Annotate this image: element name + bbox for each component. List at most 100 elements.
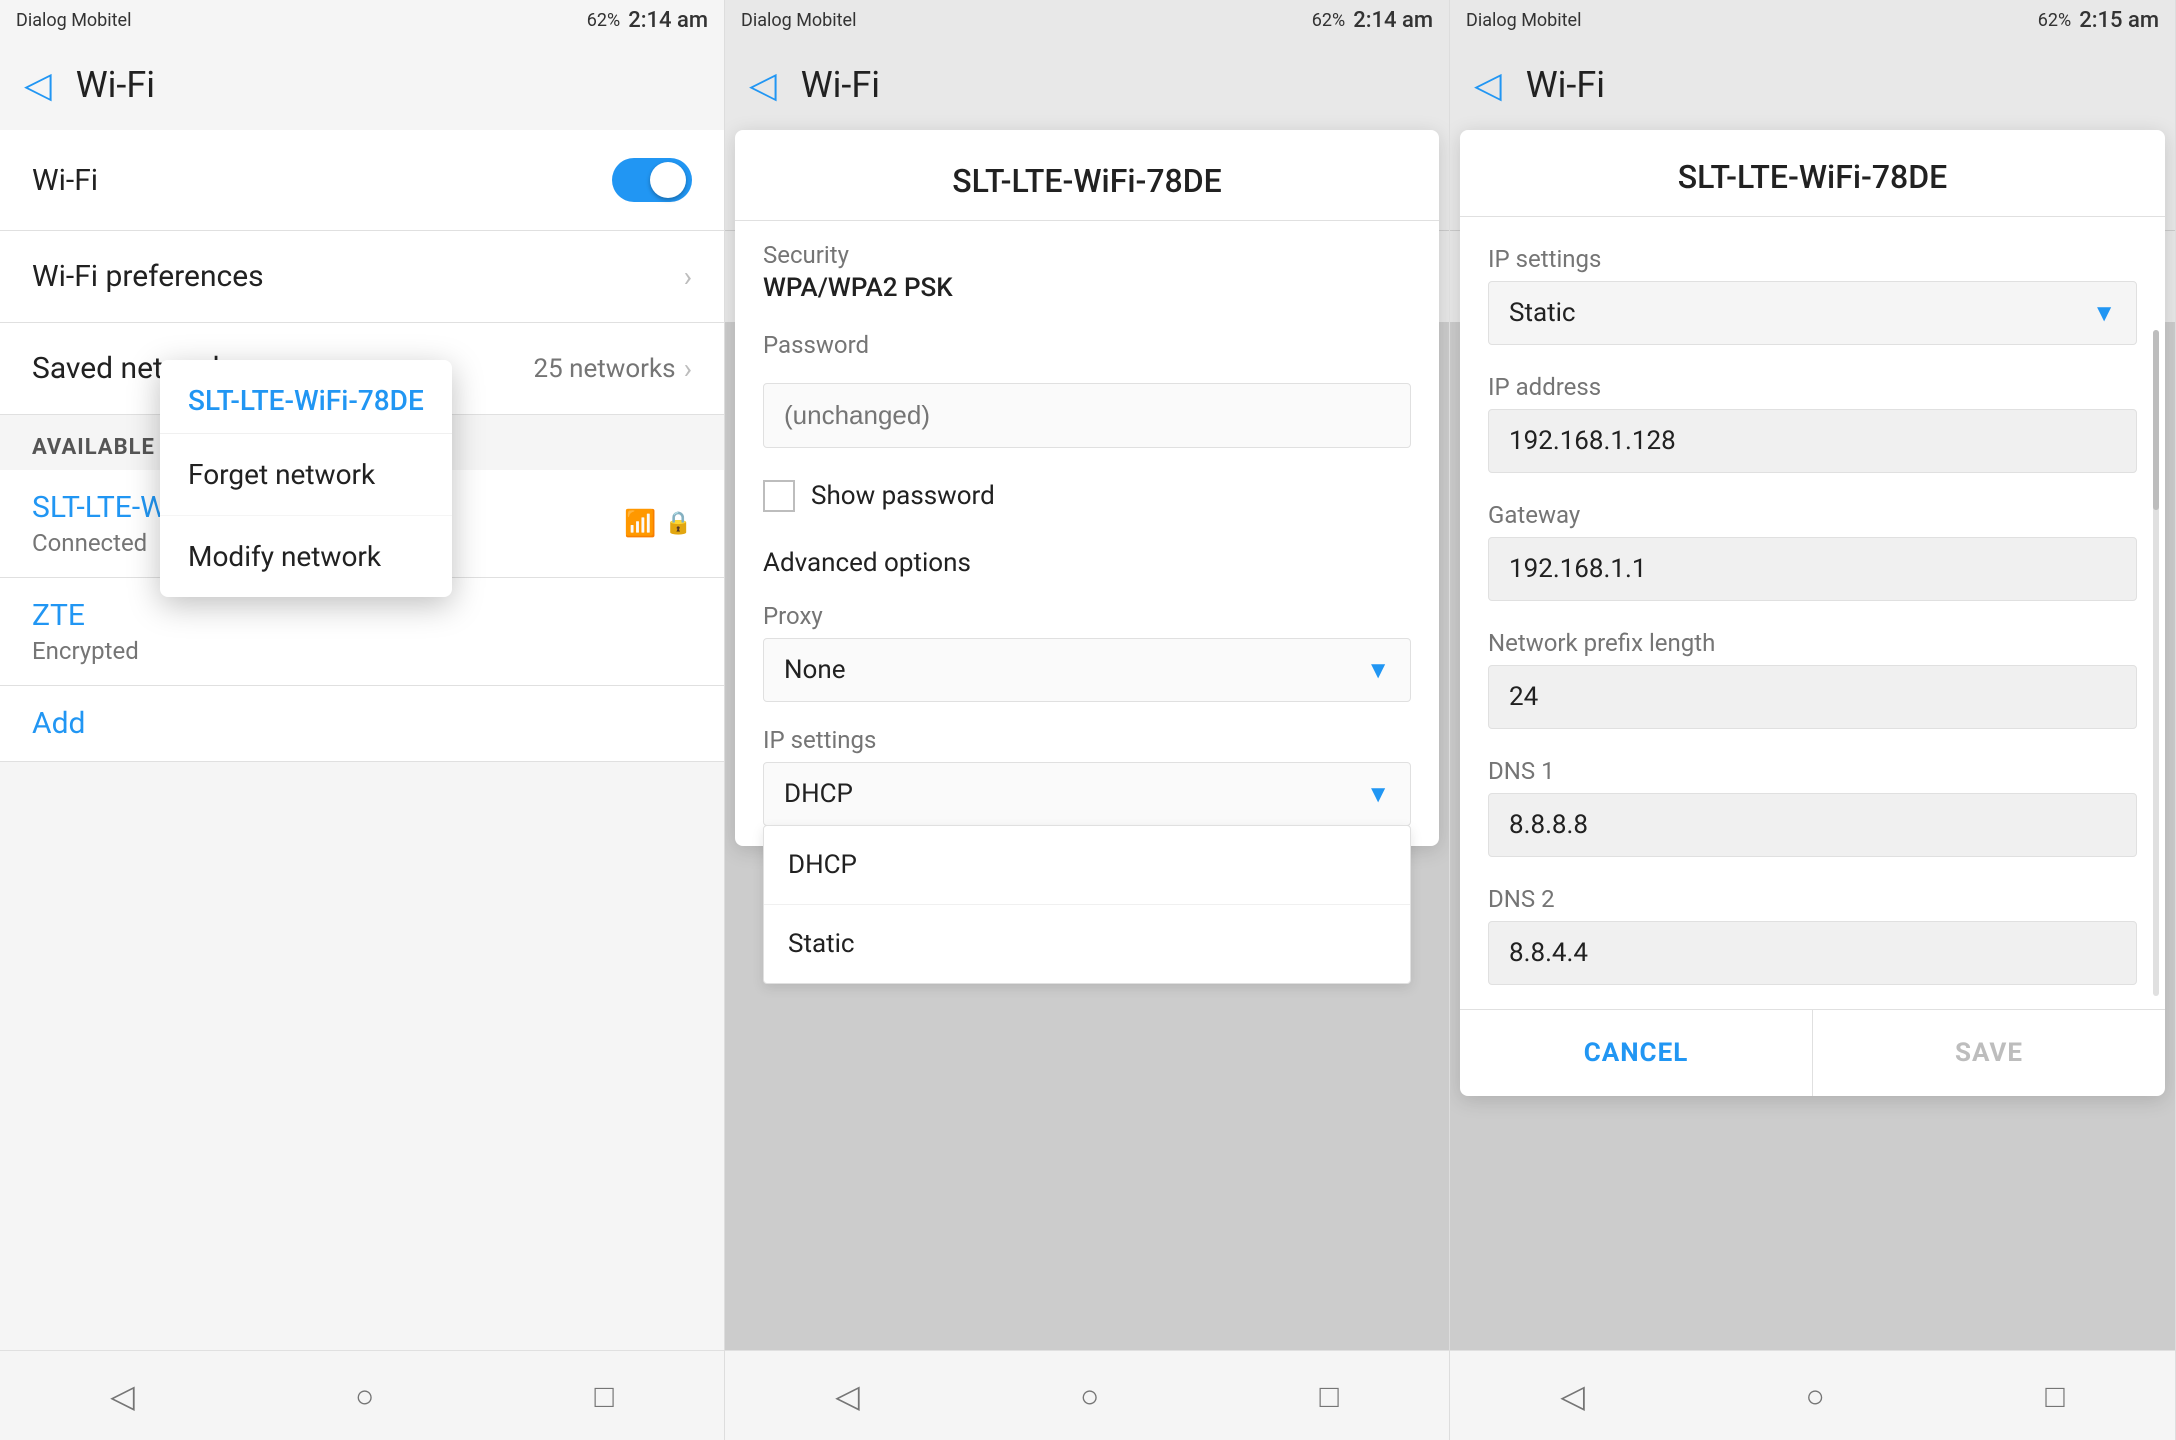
network-status-zte-1: Encrypted <box>32 637 139 665</box>
carrier-label-3: Dialog Mobitel <box>1466 10 1581 31</box>
wifi-toggle-switch-1[interactable] <box>612 158 692 202</box>
network-name-zte-1: ZTE <box>32 598 139 633</box>
home-nav-btn-3[interactable]: ○ <box>1789 1369 1840 1423</box>
proxy-section-2: Proxy None ▼ <box>735 594 1439 706</box>
page-title-3: Wi-Fi <box>1526 64 1605 106</box>
panel-1: Dialog Mobitel 62% 2:14 am ◁ Wi-Fi Wi-Fi… <box>0 0 725 1440</box>
back-button-3[interactable]: ◁ <box>1474 64 1502 106</box>
wifi-preferences-row-1[interactable]: Wi-Fi preferences › <box>0 231 724 323</box>
ip-settings-section-label-3: IP settings <box>1460 229 2165 281</box>
dialog-title-2: SLT-LTE-WiFi-78DE <box>735 130 1439 221</box>
time-1: 2:14 am <box>628 8 708 33</box>
status-bar-3: Dialog Mobitel 62% 2:15 am <box>1450 0 2175 40</box>
cancel-button-3[interactable]: CANCEL <box>1460 1010 1813 1096</box>
ip-dropdown-2: DHCP Static <box>763 825 1411 984</box>
battery-2: 62% <box>1312 10 1345 31</box>
panel-3: Dialog Mobitel 62% 2:15 am ◁ Wi-Fi Wi-Fi… <box>1450 0 2176 1440</box>
saved-networks-value-row-1: 25 networks › <box>533 352 692 385</box>
dns1-value-3[interactable]: 8.8.8.8 <box>1488 793 2137 857</box>
save-button-3[interactable]: SAVE <box>1813 1010 2165 1096</box>
status-right-3: 62% 2:15 am <box>2038 8 2159 33</box>
home-nav-btn-1[interactable]: ○ <box>339 1369 390 1423</box>
carrier-label-1: Dialog Mobitel <box>16 10 131 31</box>
security-value-2: WPA/WPA2 PSK <box>763 273 1411 303</box>
password-input-2[interactable] <box>763 383 1411 448</box>
ip-settings-section-2: IP settings DHCP ▼ <box>735 718 1439 830</box>
wifi-toggle-row-1[interactable]: Wi-Fi <box>0 130 724 231</box>
proxy-value-2: None <box>784 655 846 685</box>
proxy-select-2[interactable]: None ▼ <box>763 638 1411 702</box>
ip-settings-value-3: Static <box>1509 298 1576 328</box>
wifi-signal-icon-slt-1: 📶 <box>624 509 656 539</box>
show-password-label-2: Show password <box>811 481 995 511</box>
back-nav-btn-2[interactable]: ◁ <box>819 1369 876 1423</box>
password-input-container-2 <box>735 371 1439 468</box>
page-title-2: Wi-Fi <box>801 64 880 106</box>
nav-bar-1: ◁ ○ □ <box>0 1350 724 1440</box>
back-nav-btn-1[interactable]: ◁ <box>94 1369 151 1423</box>
context-menu-1: SLT-LTE-WiFi-78DE Forget network Modify … <box>160 360 452 597</box>
ip-settings-dropdown-arrow-2: ▼ <box>1366 780 1390 809</box>
context-menu-title-1: SLT-LTE-WiFi-78DE <box>160 360 452 434</box>
saved-networks-count-1: 25 networks <box>533 354 675 384</box>
password-label-2: Password <box>763 331 1411 359</box>
app-bar-1: ◁ Wi-Fi <box>0 40 724 130</box>
battery-3: 62% <box>2038 10 2071 31</box>
status-right-1: 62% 2:14 am <box>587 8 708 33</box>
nav-bar-3: ◁ ○ □ <box>1450 1350 2175 1440</box>
time-3: 2:15 am <box>2079 8 2159 33</box>
gateway-value-3[interactable]: 192.168.1.1 <box>1488 537 2137 601</box>
back-button-2[interactable]: ◁ <box>749 64 777 106</box>
status-bar-1: Dialog Mobitel 62% 2:14 am <box>0 0 724 40</box>
ip-settings-select-2[interactable]: DHCP ▼ <box>763 762 1411 826</box>
add-network-btn-1[interactable]: Add <box>0 686 724 762</box>
scroll-indicator-3 <box>2153 330 2159 996</box>
network-row-zte-1: ZTE Encrypted <box>32 598 692 665</box>
status-left-3: Dialog Mobitel <box>1466 10 1581 31</box>
chevron-right-icon-saved-1: › <box>684 352 692 385</box>
wifi-pref-label-1: Wi-Fi preferences <box>32 259 264 294</box>
network-icons-slt-1: 📶 🔒 <box>624 509 692 539</box>
status-right-2: 62% 2:14 am <box>1312 8 1433 33</box>
forget-network-item-1[interactable]: Forget network <box>160 434 452 516</box>
carrier-label-2: Dialog Mobitel <box>741 10 856 31</box>
status-bar-2: Dialog Mobitel 62% 2:14 am <box>725 0 1449 40</box>
advanced-options-row-2[interactable]: Advanced options <box>735 532 1439 594</box>
static-ip-dialog-3: SLT-LTE-WiFi-78DE IP settings Static ▼ I… <box>1460 130 2165 1096</box>
page-title-1: Wi-Fi <box>76 64 155 106</box>
dialog-title-3: SLT-LTE-WiFi-78DE <box>1460 130 2165 217</box>
network-prefix-label-3: Network prefix length <box>1460 613 2165 665</box>
ip-settings-select-3[interactable]: Static ▼ <box>1488 281 2137 345</box>
lock-icon-slt-1: 🔒 <box>665 511 692 536</box>
advanced-options-label-2: Advanced options <box>763 548 971 578</box>
battery-1: 62% <box>587 10 620 31</box>
recents-nav-btn-2[interactable]: □ <box>1304 1369 1355 1423</box>
password-field-label-2: Password <box>735 311 1439 371</box>
recents-nav-btn-3[interactable]: □ <box>2029 1369 2080 1423</box>
back-nav-btn-3[interactable]: ◁ <box>1544 1369 1601 1423</box>
dns1-label-3: DNS 1 <box>1460 741 2165 793</box>
ip-option-static-2[interactable]: Static <box>764 905 1410 983</box>
ip-option-dhcp-2[interactable]: DHCP <box>764 826 1410 905</box>
ip-address-value-3[interactable]: 192.168.1.128 <box>1488 409 2137 473</box>
ip-settings-label-2: IP settings <box>763 726 1411 754</box>
network-prefix-value-3[interactable]: 24 <box>1488 665 2137 729</box>
proxy-label-2: Proxy <box>763 602 1411 630</box>
status-left-2: Dialog Mobitel <box>741 10 856 31</box>
show-password-checkbox-2[interactable] <box>763 480 795 512</box>
home-nav-btn-2[interactable]: ○ <box>1064 1369 1115 1423</box>
dialog-actions-3: CANCEL SAVE <box>1460 1009 2165 1096</box>
nav-bar-2: ◁ ○ □ <box>725 1350 1449 1440</box>
modify-network-item-1[interactable]: Modify network <box>160 516 452 597</box>
app-bar-2: ◁ Wi-Fi <box>725 40 1449 130</box>
recents-nav-btn-1[interactable]: □ <box>579 1369 630 1423</box>
security-field-2: Security WPA/WPA2 PSK <box>735 221 1439 311</box>
time-2: 2:14 am <box>1353 8 1433 33</box>
back-button-1[interactable]: ◁ <box>24 64 52 106</box>
gateway-label-3: Gateway <box>1460 485 2165 537</box>
scroll-thumb-3 <box>2153 330 2159 510</box>
proxy-dropdown-arrow-2: ▼ <box>1366 656 1390 685</box>
dns2-value-3[interactable]: 8.8.4.4 <box>1488 921 2137 985</box>
show-password-row-2[interactable]: Show password <box>735 468 1439 532</box>
ip-address-label-3: IP address <box>1460 357 2165 409</box>
